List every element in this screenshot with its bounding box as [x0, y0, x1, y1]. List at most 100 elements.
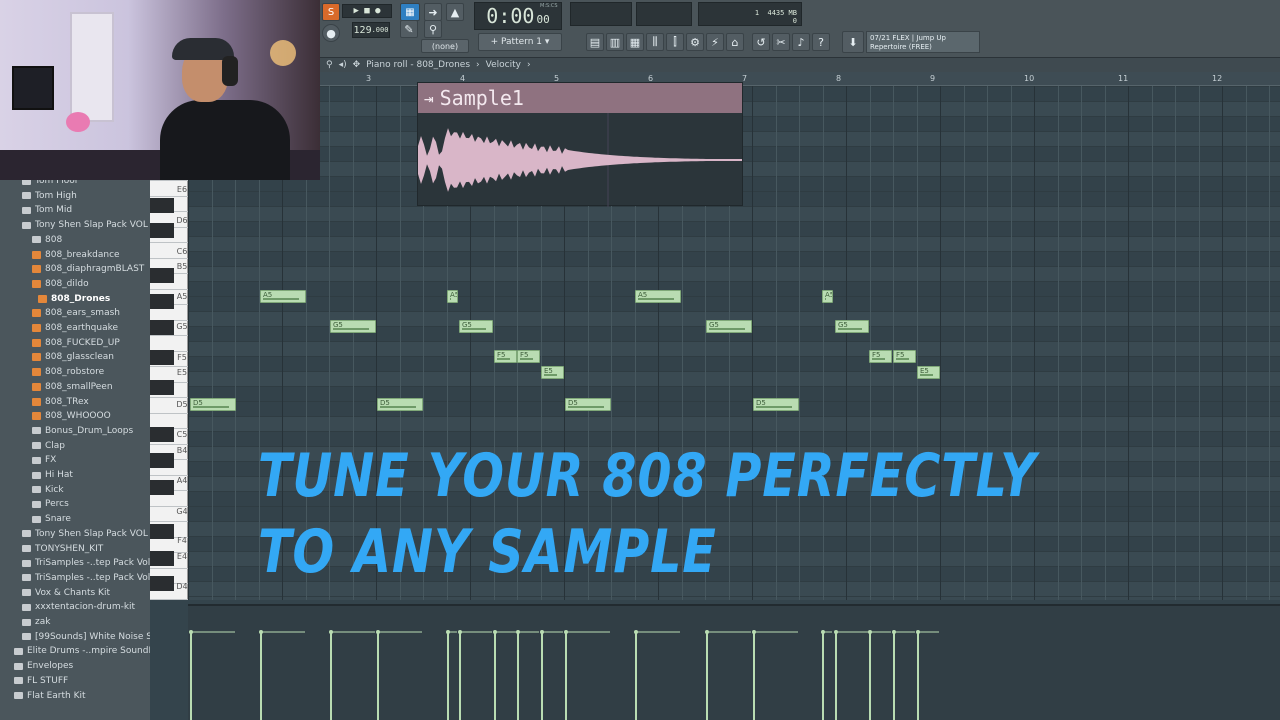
piano-note[interactable]: A5 — [447, 290, 458, 303]
piano-note[interactable]: A5 — [635, 290, 681, 303]
pattern-selector[interactable]: + Pattern 1 ▾ — [478, 33, 562, 51]
browser-folder[interactable]: Percs — [32, 497, 69, 511]
microphone-icon[interactable]: ♪ — [792, 33, 810, 51]
black-key[interactable] — [150, 380, 174, 395]
black-key[interactable] — [150, 480, 174, 495]
arrow-right-icon[interactable]: ➜ — [424, 3, 442, 21]
sample-header[interactable]: ⇥ Sample1 — [418, 83, 742, 113]
browser-sample[interactable]: 808_WHOOOO — [32, 409, 111, 423]
pattern-add-icon[interactable]: + — [491, 37, 499, 47]
plugin-icon[interactable]: ⚡ — [706, 33, 724, 51]
browser-folder[interactable]: zak — [22, 615, 50, 629]
piano-note[interactable]: G5 — [459, 320, 493, 333]
browser-sample[interactable]: 808_dildo — [32, 277, 89, 291]
help-icon[interactable]: ? — [812, 33, 830, 51]
tempo-display[interactable]: 129.000 — [352, 22, 390, 38]
black-key[interactable] — [150, 320, 174, 335]
black-key[interactable] — [150, 268, 174, 283]
browser-sample[interactable]: 808_diaphragmBLAST — [32, 262, 144, 276]
link-icon[interactable]: ⚲ — [424, 20, 442, 38]
browser-folder[interactable]: Envelopes — [14, 659, 73, 673]
pattern-dropdown-icon[interactable]: ▾ — [545, 37, 550, 47]
piano-note[interactable]: E5 — [917, 366, 940, 379]
black-key[interactable] — [150, 427, 174, 442]
browser-icon[interactable]: ⌂ — [726, 33, 744, 51]
browser-folder[interactable]: FX — [32, 453, 56, 467]
snap-select[interactable]: (none) — [421, 39, 469, 53]
browser-sample[interactable]: 808_smallPeen — [32, 380, 113, 394]
magnifier-icon[interactable]: ⚲ — [326, 60, 333, 70]
cut-icon[interactable]: ✂ — [772, 33, 790, 51]
browser-sample[interactable]: 808_robstore — [32, 365, 104, 379]
browser-folder[interactable]: xxxtentacion-drum-kit — [22, 600, 135, 614]
channel-rack-icon[interactable]: ▦ — [626, 33, 644, 51]
piano-roll-icon[interactable]: ▥ — [606, 33, 624, 51]
browser-sample[interactable]: 808_breakdance — [32, 248, 120, 262]
piano-note[interactable]: F5 — [869, 350, 892, 363]
piano-note[interactable]: A5 — [822, 290, 833, 303]
browser-folder[interactable]: Tom High — [22, 189, 77, 203]
browser-folder[interactable]: Bonus_Drum_Loops — [32, 424, 133, 438]
browser-folder[interactable]: Elite Drums -..mpire SoundKits — [14, 644, 150, 658]
browser-folder[interactable]: TriSamples -..tep Pack Vol 2 — [22, 571, 150, 585]
news-panel[interactable]: 07/21 FLEX | Jump Up Repertoire (FREE) — [866, 31, 980, 53]
playlist-icon[interactable]: ▤ — [586, 33, 604, 51]
browser-folder[interactable]: Hi Hat — [32, 468, 73, 482]
browser-folder[interactable]: Tony Shen Slap Pack VOL 2 — [22, 527, 150, 541]
record-icon[interactable]: ● — [322, 24, 340, 42]
browser-folder[interactable]: [99Sounds] White Noise SFX — [22, 630, 150, 644]
black-key[interactable] — [150, 294, 174, 309]
piano-note[interactable]: E5 — [541, 366, 564, 379]
keyboard-typing-icon[interactable]: ▦ — [400, 3, 420, 21]
mixer-icon[interactable]: ⫼ — [646, 33, 664, 51]
piano-note[interactable]: D5 — [377, 398, 423, 411]
browser-sample[interactable]: 808_ears_smash — [32, 306, 120, 320]
browser-folder[interactable]: Tom Mid — [22, 203, 72, 217]
browser-folder[interactable]: TriSamples -..tep Pack Vol 1 — [22, 556, 150, 570]
pencil-icon[interactable]: ✎ — [400, 20, 418, 38]
black-key[interactable] — [150, 551, 174, 566]
piano-note[interactable]: G5 — [835, 320, 869, 333]
browser-folder[interactable]: 808 — [32, 233, 62, 247]
nav-arrow-icon[interactable]: ✥ — [353, 60, 361, 70]
velocity-target[interactable]: Velocity — [486, 60, 521, 70]
browser-sample[interactable]: 808_TRex — [32, 395, 89, 409]
black-key[interactable] — [150, 223, 174, 238]
piano-note[interactable]: D5 — [190, 398, 236, 411]
black-key[interactable] — [150, 453, 174, 468]
piano-keyboard[interactable]: E6 D6 C6 B5 A5 G5 F5 E5 D5 C5 B4 A4 G4 F4 E4 D4 — [150, 180, 188, 600]
browser-folder[interactable]: Tom Floor — [22, 180, 79, 188]
browser-sample[interactable]: 808_Drones — [38, 292, 110, 306]
piano-note[interactable]: G5 — [330, 320, 376, 333]
browser-folder[interactable]: Snare — [32, 512, 71, 526]
browser-sample[interactable]: 808_earthquake — [32, 321, 118, 335]
piano-note[interactable]: D5 — [753, 398, 799, 411]
browser-folder[interactable]: Clap — [32, 439, 65, 453]
sample-popup[interactable]: ⇥ Sample1 — [417, 82, 743, 207]
black-key[interactable] — [150, 524, 174, 539]
browser-folder[interactable]: FL STUFF — [14, 674, 68, 688]
speaker-icon[interactable]: ◂) — [339, 60, 347, 70]
pat-song-toggle[interactable]: S — [322, 3, 340, 21]
browser-folder[interactable]: Flat Earth Kit — [14, 689, 86, 703]
velocity-event-editor[interactable] — [188, 604, 1280, 720]
download-icon[interactable]: ⬇ — [842, 31, 864, 53]
browser-folder[interactable]: Vox & Chants Kit — [22, 586, 110, 600]
black-key[interactable] — [150, 198, 174, 213]
piano-note[interactable]: G5 — [706, 320, 752, 333]
piano-roll-title[interactable]: Piano roll - 808_Drones — [366, 60, 470, 70]
metronome-icon[interactable]: ▲ — [446, 3, 464, 21]
browser-folder[interactable]: Kick — [32, 483, 64, 497]
browser-folder[interactable]: Tony Shen Slap Pack VOL 1 — [22, 218, 150, 232]
black-key[interactable] — [150, 576, 174, 591]
undo-icon[interactable]: ↺ — [752, 33, 770, 51]
mixer-faders-icon[interactable]: ⫿ — [666, 33, 684, 51]
browser-folder[interactable]: TONYSHEN_KIT — [22, 542, 103, 556]
browser-sample[interactable]: 808_glassclean — [32, 350, 114, 364]
black-key[interactable] — [150, 350, 174, 365]
piano-note[interactable]: F5 — [517, 350, 540, 363]
plugin-picker-icon[interactable]: ⚙ — [686, 33, 704, 51]
piano-note[interactable]: F5 — [494, 350, 517, 363]
piano-note[interactable]: F5 — [893, 350, 916, 363]
piano-note[interactable]: A5 — [260, 290, 306, 303]
